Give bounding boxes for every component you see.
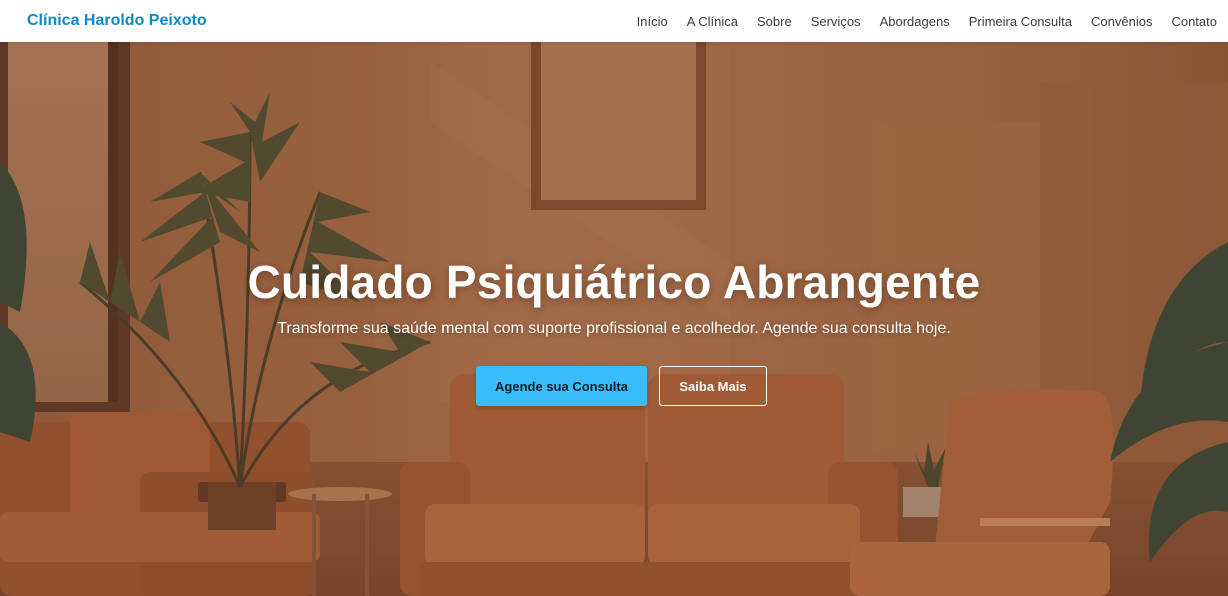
hero-title: Cuidado Psiquiátrico Abrangente [247, 256, 981, 308]
nav-link-a-clinica[interactable]: A Clínica [687, 14, 738, 29]
nav-link-contato[interactable]: Contato [1171, 14, 1217, 29]
brand-logo-link[interactable]: Clínica Haroldo Peixoto [27, 12, 207, 30]
book-appointment-button[interactable]: Agende sua Consulta [476, 366, 647, 406]
main-nav: Início A Clínica Sobre Serviços Abordage… [618, 0, 1217, 42]
nav-link-sobre[interactable]: Sobre [757, 14, 792, 29]
site-header: Clínica Haroldo Peixoto Início A Clínica… [0, 0, 1228, 42]
nav-link-primeira-consulta[interactable]: Primeira Consulta [969, 14, 1072, 29]
nav-link-inicio[interactable]: Início [637, 14, 668, 29]
nav-link-convenios[interactable]: Convênios [1091, 14, 1152, 29]
hero-section: Cuidado Psiquiátrico Abrangente Transfor… [0, 42, 1228, 596]
nav-link-abordagens[interactable]: Abordagens [880, 14, 950, 29]
hero-subtitle: Transforme sua saúde mental com suporte … [277, 320, 951, 337]
page: Clínica Haroldo Peixoto Início A Clínica… [0, 0, 1228, 596]
nav-link-servicos[interactable]: Serviços [811, 14, 861, 29]
learn-more-button[interactable]: Saiba Mais [659, 366, 767, 406]
